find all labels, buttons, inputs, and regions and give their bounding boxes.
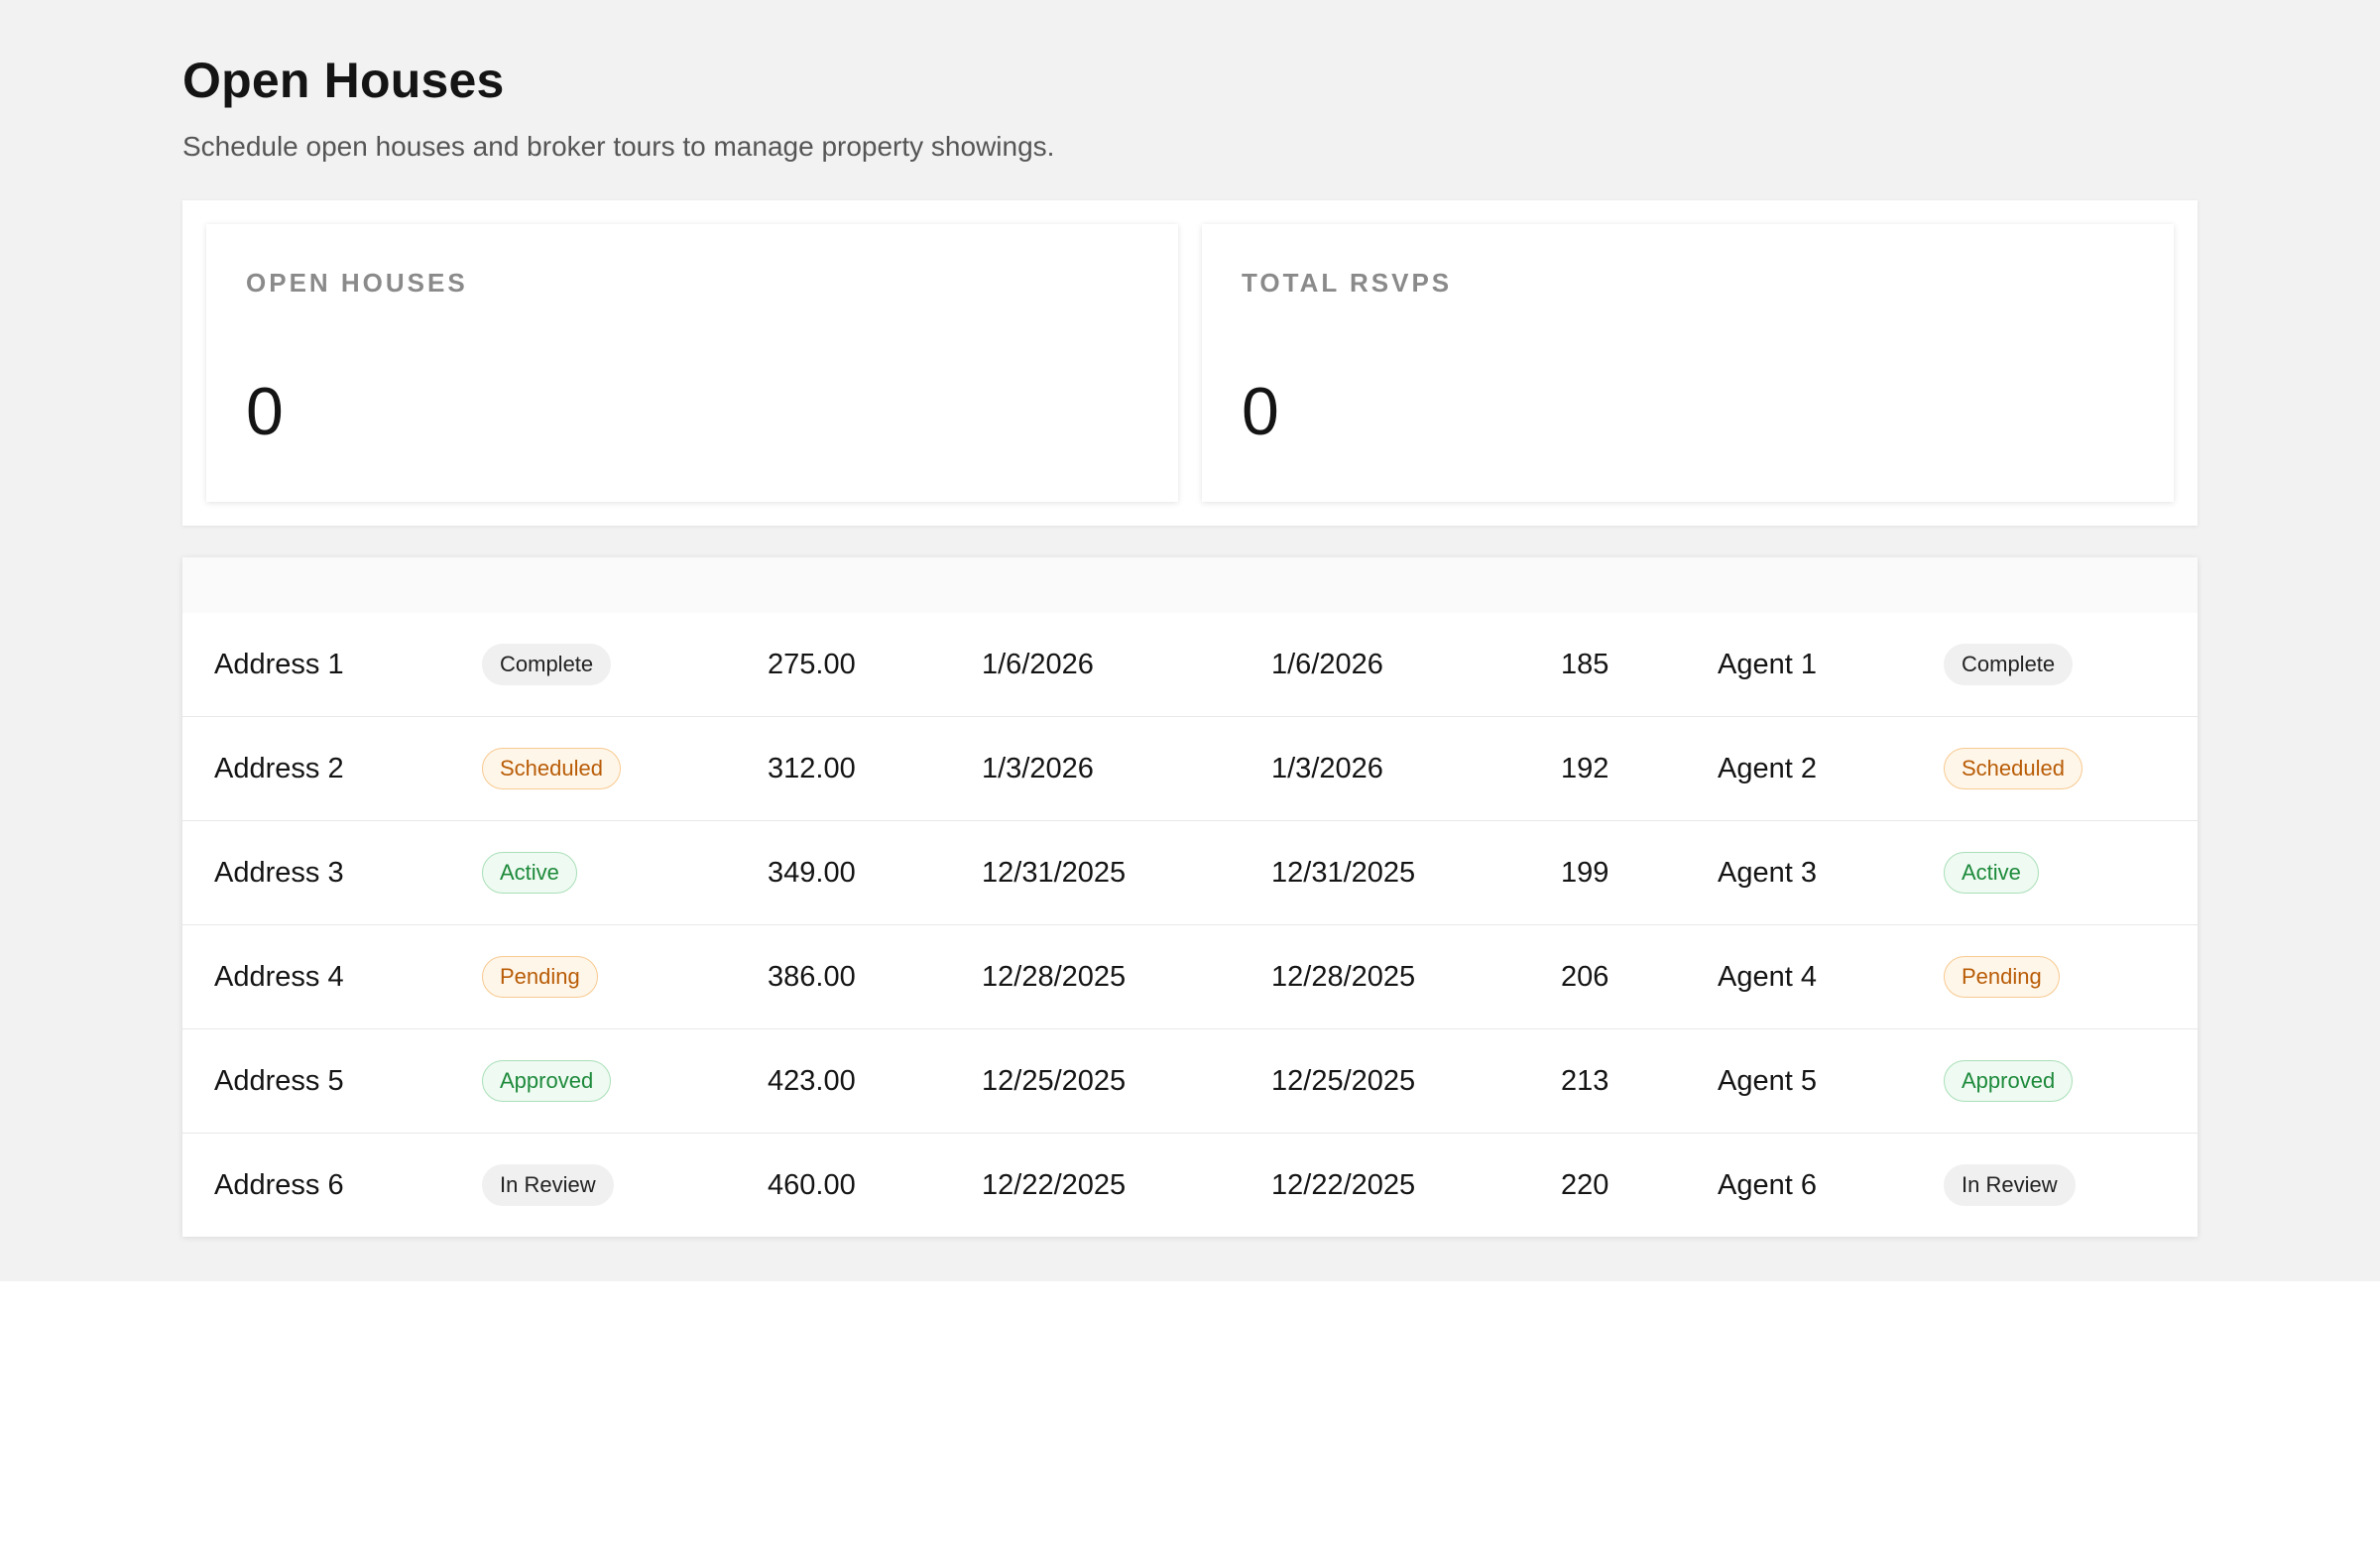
date-cell: 12/25/2025: [982, 1064, 1127, 1097]
date-cell: 1/6/2026: [1271, 648, 1383, 680]
table-row[interactable]: Address 2 Scheduled 312.00 1/3/2026 1/3/2026…: [182, 716, 2198, 820]
table-row[interactable]: Address 4 Pending 386.00 12/28/2025 12/28/20…: [182, 924, 2198, 1028]
count-cell: 199: [1561, 856, 1609, 889]
status-cell: Active: [1944, 821, 2039, 924]
status-cell: Approved: [1944, 1029, 2074, 1133]
count-cell: 220: [1561, 1168, 1609, 1201]
stat-card-open-houses: OPEN HOUSES 0: [206, 224, 1178, 502]
table-row[interactable]: Address 3 Active 349.00 12/31/2025 12/31/202…: [182, 820, 2198, 924]
date-cell: 12/31/2025: [982, 856, 1127, 889]
status-badge: Complete: [482, 644, 612, 685]
date-cell: 12/31/2025: [1271, 856, 1416, 889]
status-badge: Pending: [1944, 956, 2060, 998]
address-cell: Address 4: [214, 960, 344, 993]
table-row[interactable]: Address 6 In Review 460.00 12/22/2025 12/22/…: [182, 1133, 2198, 1237]
stat-label: TOTAL RSVPS: [1242, 268, 1453, 298]
stat-value: 0: [1242, 374, 1279, 449]
status-cell: In Review: [482, 1134, 614, 1237]
page-title: Open Houses: [182, 53, 505, 108]
status-cell: Pending: [482, 925, 598, 1028]
status-cell: Active: [482, 821, 577, 924]
date-cell: 12/25/2025: [1271, 1064, 1416, 1097]
count-cell: 185: [1561, 648, 1609, 680]
agent-cell: Agent 4: [1718, 960, 1817, 993]
agent-cell: Agent 6: [1718, 1168, 1817, 1201]
table-row[interactable]: Address 5 Approved 423.00 12/25/2025 12/25/2…: [182, 1028, 2198, 1133]
page: Open Houses Schedule open houses and bro…: [0, 0, 2380, 1281]
date-cell: 1/6/2026: [982, 648, 1094, 680]
agent-cell: Agent 2: [1718, 752, 1817, 784]
status-cell: Complete: [482, 613, 612, 716]
status-cell: Pending: [1944, 925, 2060, 1028]
address-cell: Address 6: [214, 1168, 344, 1201]
status-cell: Scheduled: [1944, 717, 2082, 820]
status-badge: Pending: [482, 956, 598, 998]
status-badge: Scheduled: [482, 748, 621, 789]
status-badge: Approved: [482, 1060, 612, 1102]
agent-cell: Agent 5: [1718, 1064, 1817, 1097]
stats-panel: OPEN HOUSES 0 TOTAL RSVPS 0: [182, 200, 2198, 526]
status-badge: In Review: [1944, 1164, 2076, 1206]
price-cell: 386.00: [768, 960, 856, 993]
price-cell: 423.00: [768, 1064, 856, 1097]
address-cell: Address 1: [214, 648, 344, 680]
status-cell: In Review: [1944, 1134, 2076, 1237]
price-cell: 349.00: [768, 856, 856, 889]
address-cell: Address 2: [214, 752, 344, 784]
count-cell: 206: [1561, 960, 1609, 993]
date-cell: 12/28/2025: [1271, 960, 1416, 993]
price-cell: 275.00: [768, 648, 856, 680]
table-header: [182, 557, 2198, 613]
count-cell: 192: [1561, 752, 1609, 784]
agent-cell: Agent 3: [1718, 856, 1817, 889]
status-badge: Active: [482, 852, 577, 894]
status-badge: Active: [1944, 852, 2039, 894]
table-body: Address 1 Complete 275.00 1/6/2026 1/6/2026 1…: [182, 613, 2198, 1237]
status-badge: Approved: [1944, 1060, 2074, 1102]
date-cell: 1/3/2026: [1271, 752, 1383, 784]
status-badge: Scheduled: [1944, 748, 2082, 789]
date-cell: 12/22/2025: [1271, 1168, 1416, 1201]
address-cell: Address 3: [214, 856, 344, 889]
date-cell: 1/3/2026: [982, 752, 1094, 784]
date-cell: 12/28/2025: [982, 960, 1127, 993]
count-cell: 213: [1561, 1064, 1609, 1097]
table-row[interactable]: Address 1 Complete 275.00 1/6/2026 1/6/2026 1…: [182, 613, 2198, 716]
status-cell: Scheduled: [482, 717, 621, 820]
page-subtitle: Schedule open houses and broker tours to…: [182, 131, 1055, 162]
open-houses-table: Address 1 Complete 275.00 1/6/2026 1/6/2026 1…: [182, 557, 2198, 1237]
stat-value: 0: [246, 374, 284, 449]
price-cell: 460.00: [768, 1168, 856, 1201]
status-cell: Approved: [482, 1029, 612, 1133]
status-badge: In Review: [482, 1164, 614, 1206]
address-cell: Address 5: [214, 1064, 344, 1097]
status-badge: Complete: [1944, 644, 2074, 685]
status-cell: Complete: [1944, 613, 2074, 716]
price-cell: 312.00: [768, 752, 856, 784]
date-cell: 12/22/2025: [982, 1168, 1127, 1201]
stat-label: OPEN HOUSES: [246, 268, 468, 298]
stat-card-total-rsvps: TOTAL RSVPS 0: [1202, 224, 2174, 502]
agent-cell: Agent 1: [1718, 648, 1817, 680]
